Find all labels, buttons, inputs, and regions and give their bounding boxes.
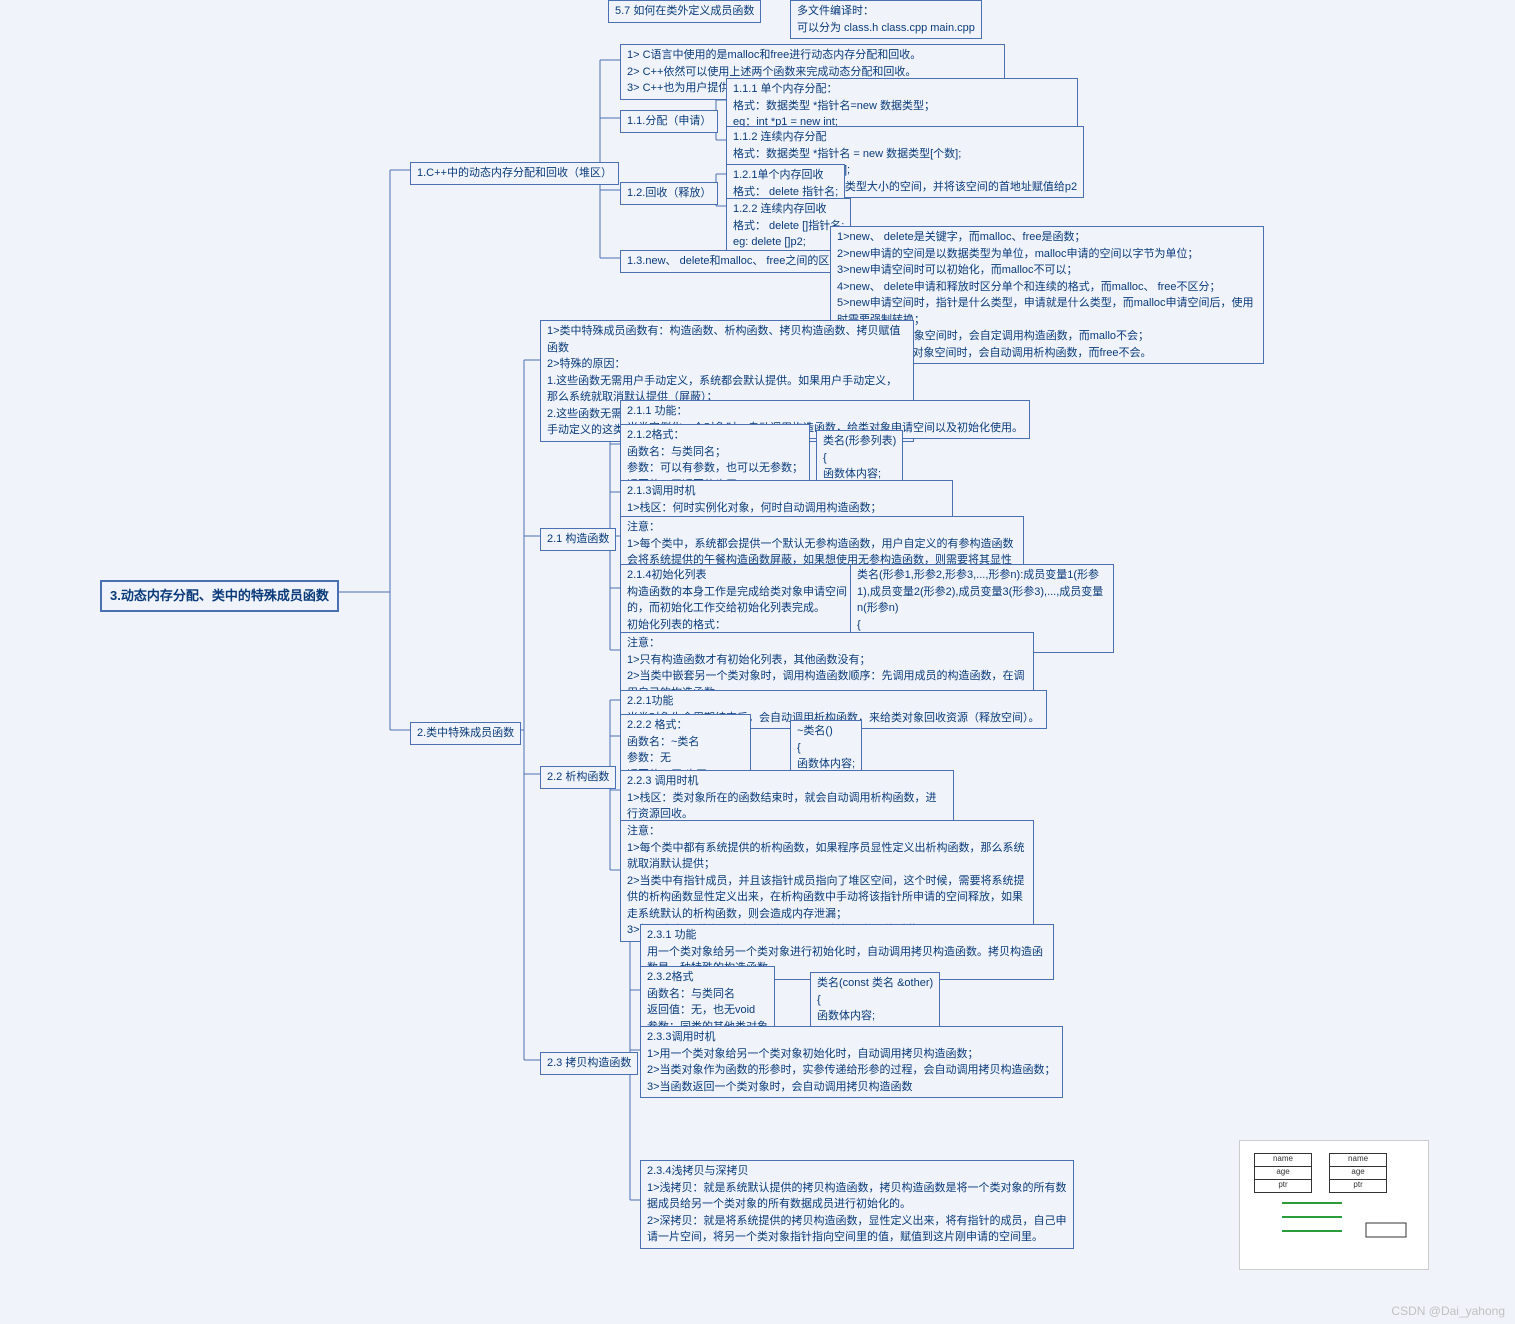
node-1-2: 1.2.回收（释放） [620, 182, 718, 205]
node-2-3-3: 2.3.3调用时机 1>用一个类对象给另一个类对象初始化时，自动调用拷贝构造函数… [640, 1026, 1063, 1098]
node-2-2: 2.2 析构函数 [540, 766, 616, 789]
node-2-3-4: 2.3.4浅拷贝与深拷贝 1>浅拷贝：就是系统默认提供的拷贝构造函数，拷贝构造函… [640, 1160, 1074, 1249]
node-1-3: 1.3.new、 delete和malloc、 free之间的区别 [620, 250, 847, 273]
node-1-1: 1.1.分配（申请） [620, 110, 718, 133]
root-node: 3.动态内存分配、类中的特殊成员函数 [100, 580, 339, 612]
watermark: CSDN @Dai_yahong [1391, 1304, 1505, 1318]
node-1: 1.C++中的动态内存分配和回收（堆区） [410, 162, 619, 185]
deepcopy-thumbnail: nameageptr nameageptr [1239, 1140, 1429, 1270]
node-2-1: 2.1 构造函数 [540, 528, 616, 551]
node-5-7-note: 多文件编译时： 可以分为 class.h class.cpp main.cpp [790, 0, 982, 39]
node-5-7: 5.7 如何在类外定义成员函数 [608, 0, 761, 23]
node-2-3: 2.3 拷贝构造函数 [540, 1052, 638, 1075]
node-2: 2.类中特殊成员函数 [410, 722, 521, 745]
